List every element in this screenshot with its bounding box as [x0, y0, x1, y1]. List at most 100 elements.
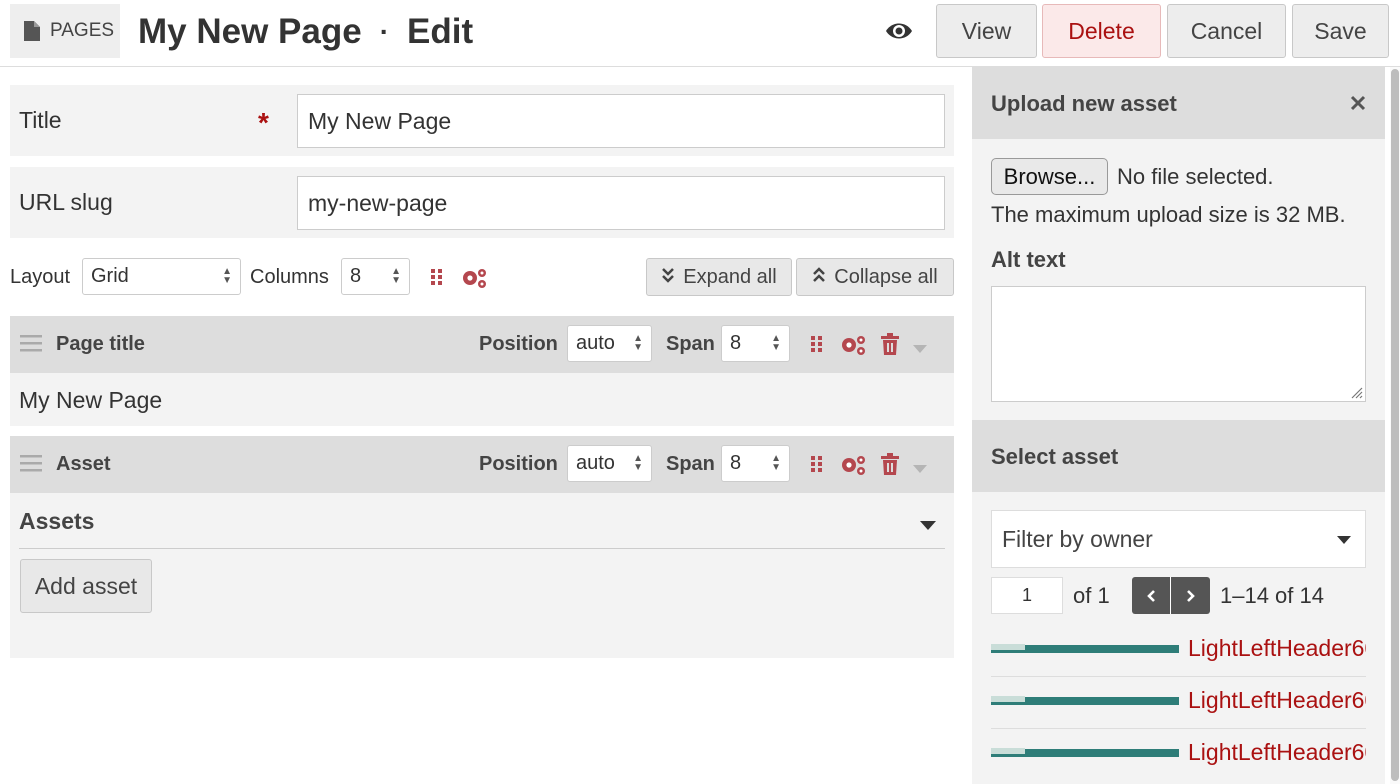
settings-gears-icon[interactable] — [839, 454, 867, 481]
asset-thumbnail — [991, 696, 1179, 705]
grid-dots-icon[interactable] — [430, 268, 444, 291]
asset-name-link[interactable]: LightLeftHeader60 — [1188, 635, 1366, 662]
view-button[interactable]: View — [936, 4, 1037, 58]
trash-icon[interactable] — [880, 333, 900, 360]
slug-label: URL slug — [19, 189, 113, 215]
pagination-buttons — [1132, 577, 1210, 614]
required-marker: * — [258, 107, 269, 138]
upload-panel-header: Upload new asset — [972, 67, 1385, 139]
asset-thumbnail — [991, 748, 1179, 757]
asset-side-panel: Upload new asset Browse... No file selec… — [972, 67, 1385, 784]
asset-list-item[interactable]: LightLeftHeader60 — [991, 729, 1366, 781]
double-chevron-down-icon — [661, 266, 675, 289]
settings-gears-icon[interactable] — [460, 267, 488, 294]
asset-name-link[interactable]: LightLeftHeader60 — [1188, 687, 1366, 714]
asset-list-item[interactable]: LightLeftHeader60 — [991, 677, 1366, 729]
title-label: Title — [19, 107, 62, 133]
drag-handle-icon[interactable] — [20, 454, 42, 477]
cancel-button[interactable]: Cancel — [1167, 4, 1286, 58]
asset-name-link[interactable]: LightLeftHeader60 — [1188, 739, 1366, 766]
position-value: auto — [576, 332, 615, 354]
pages-section-link[interactable]: PAGES — [10, 4, 120, 58]
resize-handle-icon[interactable] — [1349, 385, 1363, 399]
position-label: Position — [479, 333, 558, 355]
layout-label: Layout — [10, 266, 71, 288]
span-label: Span — [666, 453, 715, 475]
range-text: 1–14 of 14 — [1220, 583, 1324, 608]
double-chevron-up-icon — [812, 266, 826, 289]
span-select[interactable]: 8 ▲ ▼ — [721, 325, 790, 362]
scrollbar-thumb[interactable] — [1391, 69, 1399, 781]
expand-all-label: Expand all — [683, 265, 777, 288]
page-name: My New Page — [138, 12, 362, 51]
no-file-text: No file selected. — [1117, 164, 1274, 189]
span-select[interactable]: 8 ▲ ▼ — [721, 445, 790, 482]
page-number-input[interactable]: 1 — [991, 577, 1063, 614]
columns-select-value: 8 — [350, 265, 362, 287]
assets-section-title: Assets — [19, 508, 95, 534]
collapse-all-label: Collapse all — [834, 265, 938, 288]
select-arrows-icon: ▲ ▼ — [771, 333, 781, 353]
select-arrows-icon: ▲ ▼ — [222, 266, 232, 286]
panel-scrollbar[interactable] — [1390, 67, 1400, 784]
select-arrows-icon: ▲ ▼ — [633, 453, 643, 473]
grid-dots-icon[interactable] — [810, 335, 824, 358]
alt-text-textarea[interactable] — [991, 286, 1366, 402]
title-separator: · — [379, 16, 390, 47]
add-asset-button[interactable]: Add asset — [20, 559, 152, 613]
top-bar: PAGES My New Page · Edit View Delete Can… — [0, 0, 1400, 67]
position-select[interactable]: auto ▲ ▼ — [567, 325, 652, 362]
span-value: 8 — [730, 332, 742, 354]
expand-all-button[interactable]: Expand all — [646, 258, 792, 296]
select-panel-title: Select asset — [991, 444, 1119, 469]
columns-select[interactable]: 8 ▲ ▼ — [341, 258, 410, 295]
save-button[interactable]: Save — [1292, 4, 1389, 58]
block-header-asset: Asset Position auto ▲ ▼ Span 8 ▲ ▼ — [10, 436, 954, 493]
collapse-all-button[interactable]: Collapse all — [796, 258, 954, 296]
span-value: 8 — [730, 452, 742, 474]
prev-page-icon[interactable] — [1132, 577, 1171, 614]
block-title: Page title — [56, 333, 145, 355]
position-select[interactable]: auto ▲ ▼ — [567, 445, 652, 482]
caret-down-icon[interactable] — [913, 460, 927, 478]
delete-button[interactable]: Delete — [1042, 4, 1161, 58]
preview-eye-icon[interactable] — [884, 18, 914, 49]
next-page-icon[interactable] — [1171, 577, 1210, 614]
position-label: Position — [479, 453, 558, 475]
layout-select[interactable]: Grid ▲ ▼ — [82, 258, 241, 295]
select-panel-header: Select asset — [972, 420, 1385, 492]
block-body-asset: Assets Add asset — [10, 493, 954, 658]
settings-gears-icon[interactable] — [839, 334, 867, 361]
asset-thumbnail — [991, 644, 1179, 653]
divider — [19, 548, 945, 549]
select-arrows-icon: ▲ ▼ — [633, 333, 643, 353]
slug-field-row: URL slug my-new-page — [10, 167, 954, 238]
filter-by-owner-select[interactable]: Filter by owner — [991, 510, 1366, 568]
page-of-text: of 1 — [1073, 583, 1110, 608]
filter-placeholder: Filter by owner — [1002, 525, 1153, 552]
layout-select-value: Grid — [91, 265, 129, 287]
grid-dots-icon[interactable] — [810, 455, 824, 478]
slug-input[interactable]: my-new-page — [297, 176, 945, 230]
alt-text-label: Alt text — [991, 247, 1066, 272]
block-header-page-title: Page title Position auto ▲ ▼ Span 8 ▲ ▼ — [10, 316, 954, 373]
title-input[interactable]: My New Page — [297, 94, 945, 148]
asset-list-item[interactable]: LightLeftHeader60 — [991, 625, 1366, 677]
assets-caret-down-icon[interactable] — [920, 517, 936, 535]
position-value: auto — [576, 452, 615, 474]
page-mode: Edit — [407, 12, 474, 51]
page-title-content: My New Page — [19, 387, 163, 413]
block-body-page-title: My New Page — [10, 373, 954, 426]
caret-down-icon[interactable] — [913, 340, 927, 358]
upload-panel-title: Upload new asset — [991, 91, 1177, 116]
browse-button[interactable]: Browse... — [991, 158, 1108, 195]
drag-handle-icon[interactable] — [20, 334, 42, 357]
max-size-text: The maximum upload size is 32 MB. — [991, 202, 1346, 227]
trash-icon[interactable] — [880, 453, 900, 480]
layout-toolbar: Layout Grid ▲ ▼ Columns 8 ▲ ▼ Expand all C… — [10, 258, 954, 298]
page-icon — [24, 21, 40, 41]
select-arrows-icon: ▲ ▼ — [771, 453, 781, 473]
close-icon[interactable] — [1350, 95, 1366, 116]
chevron-down-icon — [1337, 536, 1351, 544]
title-field-row: Title * My New Page — [10, 85, 954, 156]
